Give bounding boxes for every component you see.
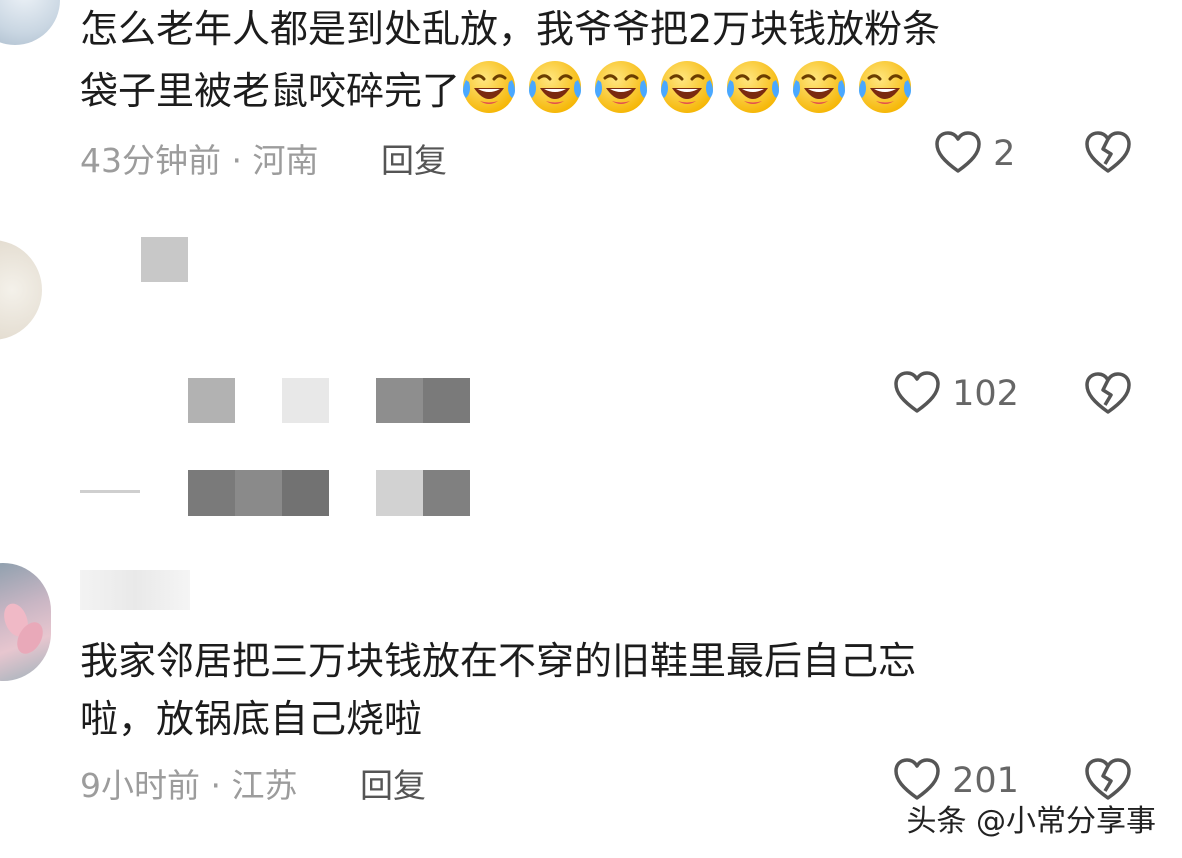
like-count: 102 bbox=[952, 374, 1019, 414]
laughing-crying-emoji bbox=[460, 58, 518, 116]
comment-line: 我家邻居把三万块钱放在不穿的旧鞋里最后自己忘 bbox=[80, 639, 917, 683]
blurred-text-block bbox=[376, 470, 423, 516]
meta-separator: · bbox=[210, 766, 222, 805]
avatar[interactable] bbox=[0, 240, 42, 340]
laughing-crying-emoji bbox=[724, 58, 782, 116]
blurred-text-block bbox=[423, 470, 470, 516]
blurred-username bbox=[80, 570, 190, 610]
comment-meta-3: 9小时前 · 江苏 回复 bbox=[80, 759, 426, 807]
blurred-text-block bbox=[188, 470, 235, 516]
heart-outline-icon bbox=[894, 758, 940, 800]
like-count: 2 bbox=[993, 134, 1016, 174]
comment-line: 怎么老年人都是到处乱放，我爷爷把2万块钱放粉条 bbox=[80, 7, 941, 51]
reply-button[interactable]: 回复 bbox=[360, 766, 426, 805]
broken-heart-icon bbox=[1085, 758, 1131, 800]
blurred-text-block bbox=[80, 490, 140, 493]
dislike-button[interactable] bbox=[1084, 371, 1132, 419]
emoji-row bbox=[460, 58, 922, 132]
laughing-crying-emoji bbox=[592, 58, 650, 116]
blurred-text-block bbox=[376, 378, 423, 423]
comment-line: 啦，放锅底自己烧啦 bbox=[80, 697, 423, 741]
dislike-button[interactable] bbox=[1084, 130, 1132, 178]
broken-heart-icon bbox=[1085, 372, 1131, 414]
like-button[interactable]: 201 bbox=[893, 757, 1019, 801]
watermark: 头条 @小常分享事 bbox=[906, 804, 1156, 839]
like-button[interactable]: 102 bbox=[893, 370, 1019, 414]
comment-text-3: 我家邻居把三万块钱放在不穿的旧鞋里最后自己忘 啦，放锅底自己烧啦 bbox=[80, 632, 916, 748]
laughing-crying-emoji bbox=[526, 58, 584, 116]
comment-time: 9小时前 bbox=[80, 766, 200, 805]
like-count: 201 bbox=[952, 761, 1019, 801]
comment-line: 袋子里被老鼠咬碎完了 bbox=[80, 69, 461, 113]
laughing-crying-emoji bbox=[856, 58, 914, 116]
blurred-username bbox=[141, 237, 188, 282]
comment-location: 河南 bbox=[252, 141, 319, 180]
blurred-text-block bbox=[235, 470, 282, 516]
laughing-crying-emoji bbox=[790, 58, 848, 116]
comment-time: 43分钟前 bbox=[80, 141, 221, 180]
reply-button[interactable]: 回复 bbox=[381, 141, 447, 180]
avatar[interactable] bbox=[0, 563, 51, 681]
comment-location: 江苏 bbox=[231, 766, 298, 805]
heart-outline-icon bbox=[935, 131, 981, 173]
avatar[interactable] bbox=[0, 0, 60, 45]
laughing-crying-emoji bbox=[658, 58, 716, 116]
like-button[interactable]: 2 bbox=[934, 130, 1015, 174]
blurred-text-block bbox=[282, 470, 329, 516]
blurred-text-block bbox=[423, 378, 470, 423]
comment-text-1: 怎么老年人都是到处乱放，我爷爷把2万块钱放粉条 袋子里被老鼠咬碎完了 bbox=[80, 0, 940, 132]
blurred-text-block bbox=[188, 378, 235, 423]
meta-separator: · bbox=[231, 141, 243, 180]
blurred-text-block bbox=[282, 378, 329, 423]
comment-meta-1: 43分钟前 · 河南 回复 bbox=[80, 134, 447, 182]
heart-outline-icon bbox=[894, 371, 940, 413]
broken-heart-icon bbox=[1085, 131, 1131, 173]
